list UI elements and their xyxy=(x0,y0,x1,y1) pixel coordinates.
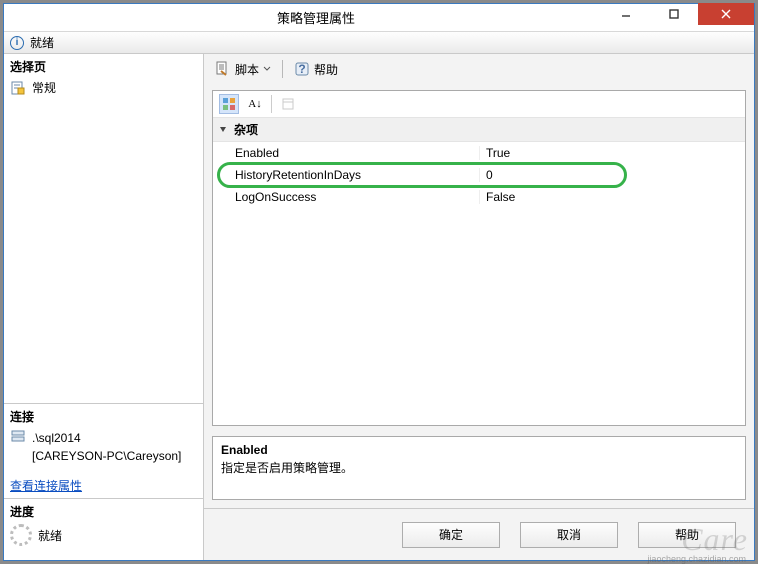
progress-status-text: 就绪 xyxy=(38,527,62,544)
toolbar-separator xyxy=(282,60,283,78)
categorized-button[interactable] xyxy=(219,94,239,114)
ok-button[interactable]: 确定 xyxy=(402,522,500,548)
minimize-button[interactable] xyxy=(602,3,650,25)
cancel-button[interactable]: 取消 xyxy=(520,522,618,548)
app-icon xyxy=(8,7,30,29)
status-bar: i 就绪 xyxy=(4,32,754,54)
pg-toolbar-sep xyxy=(271,95,272,113)
help-label: 帮助 xyxy=(314,61,338,78)
svg-text:?: ? xyxy=(298,62,305,76)
description-text: 指定是否启用策略管理。 xyxy=(221,459,737,476)
script-button[interactable]: 脚本 xyxy=(212,59,274,80)
progress-header: 进度 xyxy=(4,499,203,522)
prop-name: LogOnSuccess xyxy=(213,190,479,204)
prop-row-enabled[interactable]: Enabled True xyxy=(213,142,745,164)
category-label: 杂项 xyxy=(234,121,258,138)
dialog-footer: 确定 取消 帮助 xyxy=(204,508,754,560)
prop-row-logonsuccess[interactable]: LogOnSuccess False xyxy=(213,186,745,208)
connection-header: 连接 xyxy=(4,404,203,427)
server-user: [CAREYSON-PC\Careyson] xyxy=(32,447,181,465)
help-button[interactable]: 帮助 xyxy=(638,522,736,548)
view-connection-link[interactable]: 查看连接属性 xyxy=(4,473,203,498)
dropdown-icon xyxy=(263,65,271,73)
status-text: 就绪 xyxy=(30,34,54,51)
prop-value[interactable]: 0 xyxy=(479,168,745,182)
sidebar-item-general[interactable]: 常规 xyxy=(4,77,203,104)
page-icon xyxy=(10,80,26,96)
help-icon: ? xyxy=(294,61,310,77)
main-toolbar: 脚本 ? 帮助 xyxy=(204,54,754,84)
maximize-button[interactable] xyxy=(650,3,698,25)
prop-value[interactable]: True xyxy=(479,146,745,160)
titlebar: 策略管理属性 xyxy=(4,4,754,32)
help-toolbar-button[interactable]: ? 帮助 xyxy=(291,59,341,80)
progress-ring-icon xyxy=(10,524,32,546)
script-icon xyxy=(215,61,231,77)
description-panel: Enabled 指定是否启用策略管理。 xyxy=(212,436,746,500)
window-title: 策略管理属性 xyxy=(30,8,602,27)
progress-status-row: 就绪 xyxy=(4,522,203,560)
close-button[interactable] xyxy=(698,3,754,25)
propgrid-toolbar: A↓ xyxy=(213,91,745,117)
property-pages-button xyxy=(278,94,298,114)
alphabetical-button[interactable]: A↓ xyxy=(245,94,265,114)
script-label: 脚本 xyxy=(235,61,259,78)
select-page-header: 选择页 xyxy=(4,54,203,77)
sidebar: 选择页 常规 连接 .\sql2014 [CAREYSON-PC\Careyso… xyxy=(4,54,204,560)
main-panel: 脚本 ? 帮助 A↓ xyxy=(204,54,754,560)
dialog-body: 选择页 常规 连接 .\sql2014 [CAREYSON-PC\Careyso… xyxy=(4,54,754,560)
server-icon xyxy=(10,429,26,445)
propgrid-category[interactable]: 杂项 xyxy=(213,117,745,142)
prop-row-historyretention[interactable]: HistoryRetentionInDays 0 xyxy=(213,164,745,186)
description-title: Enabled xyxy=(221,443,737,457)
property-grid: A↓ 杂项 Enabled True HistoryRe xyxy=(212,90,746,426)
info-icon: i xyxy=(10,36,24,50)
dialog-window: 策略管理属性 i 就绪 选择页 常规 连接 .\sql2014 [CAREYS xyxy=(3,3,755,561)
server-name: .\sql2014 xyxy=(32,429,181,447)
collapse-icon xyxy=(219,125,228,134)
connection-info: .\sql2014 [CAREYSON-PC\Careyson] xyxy=(4,427,203,473)
prop-name: Enabled xyxy=(213,146,479,160)
prop-value[interactable]: False xyxy=(479,190,745,204)
prop-name: HistoryRetentionInDays xyxy=(213,168,479,182)
window-controls xyxy=(602,4,754,31)
propgrid-rows: Enabled True HistoryRetentionInDays 0 Lo… xyxy=(213,142,745,208)
sidebar-item-label: 常规 xyxy=(32,79,56,96)
